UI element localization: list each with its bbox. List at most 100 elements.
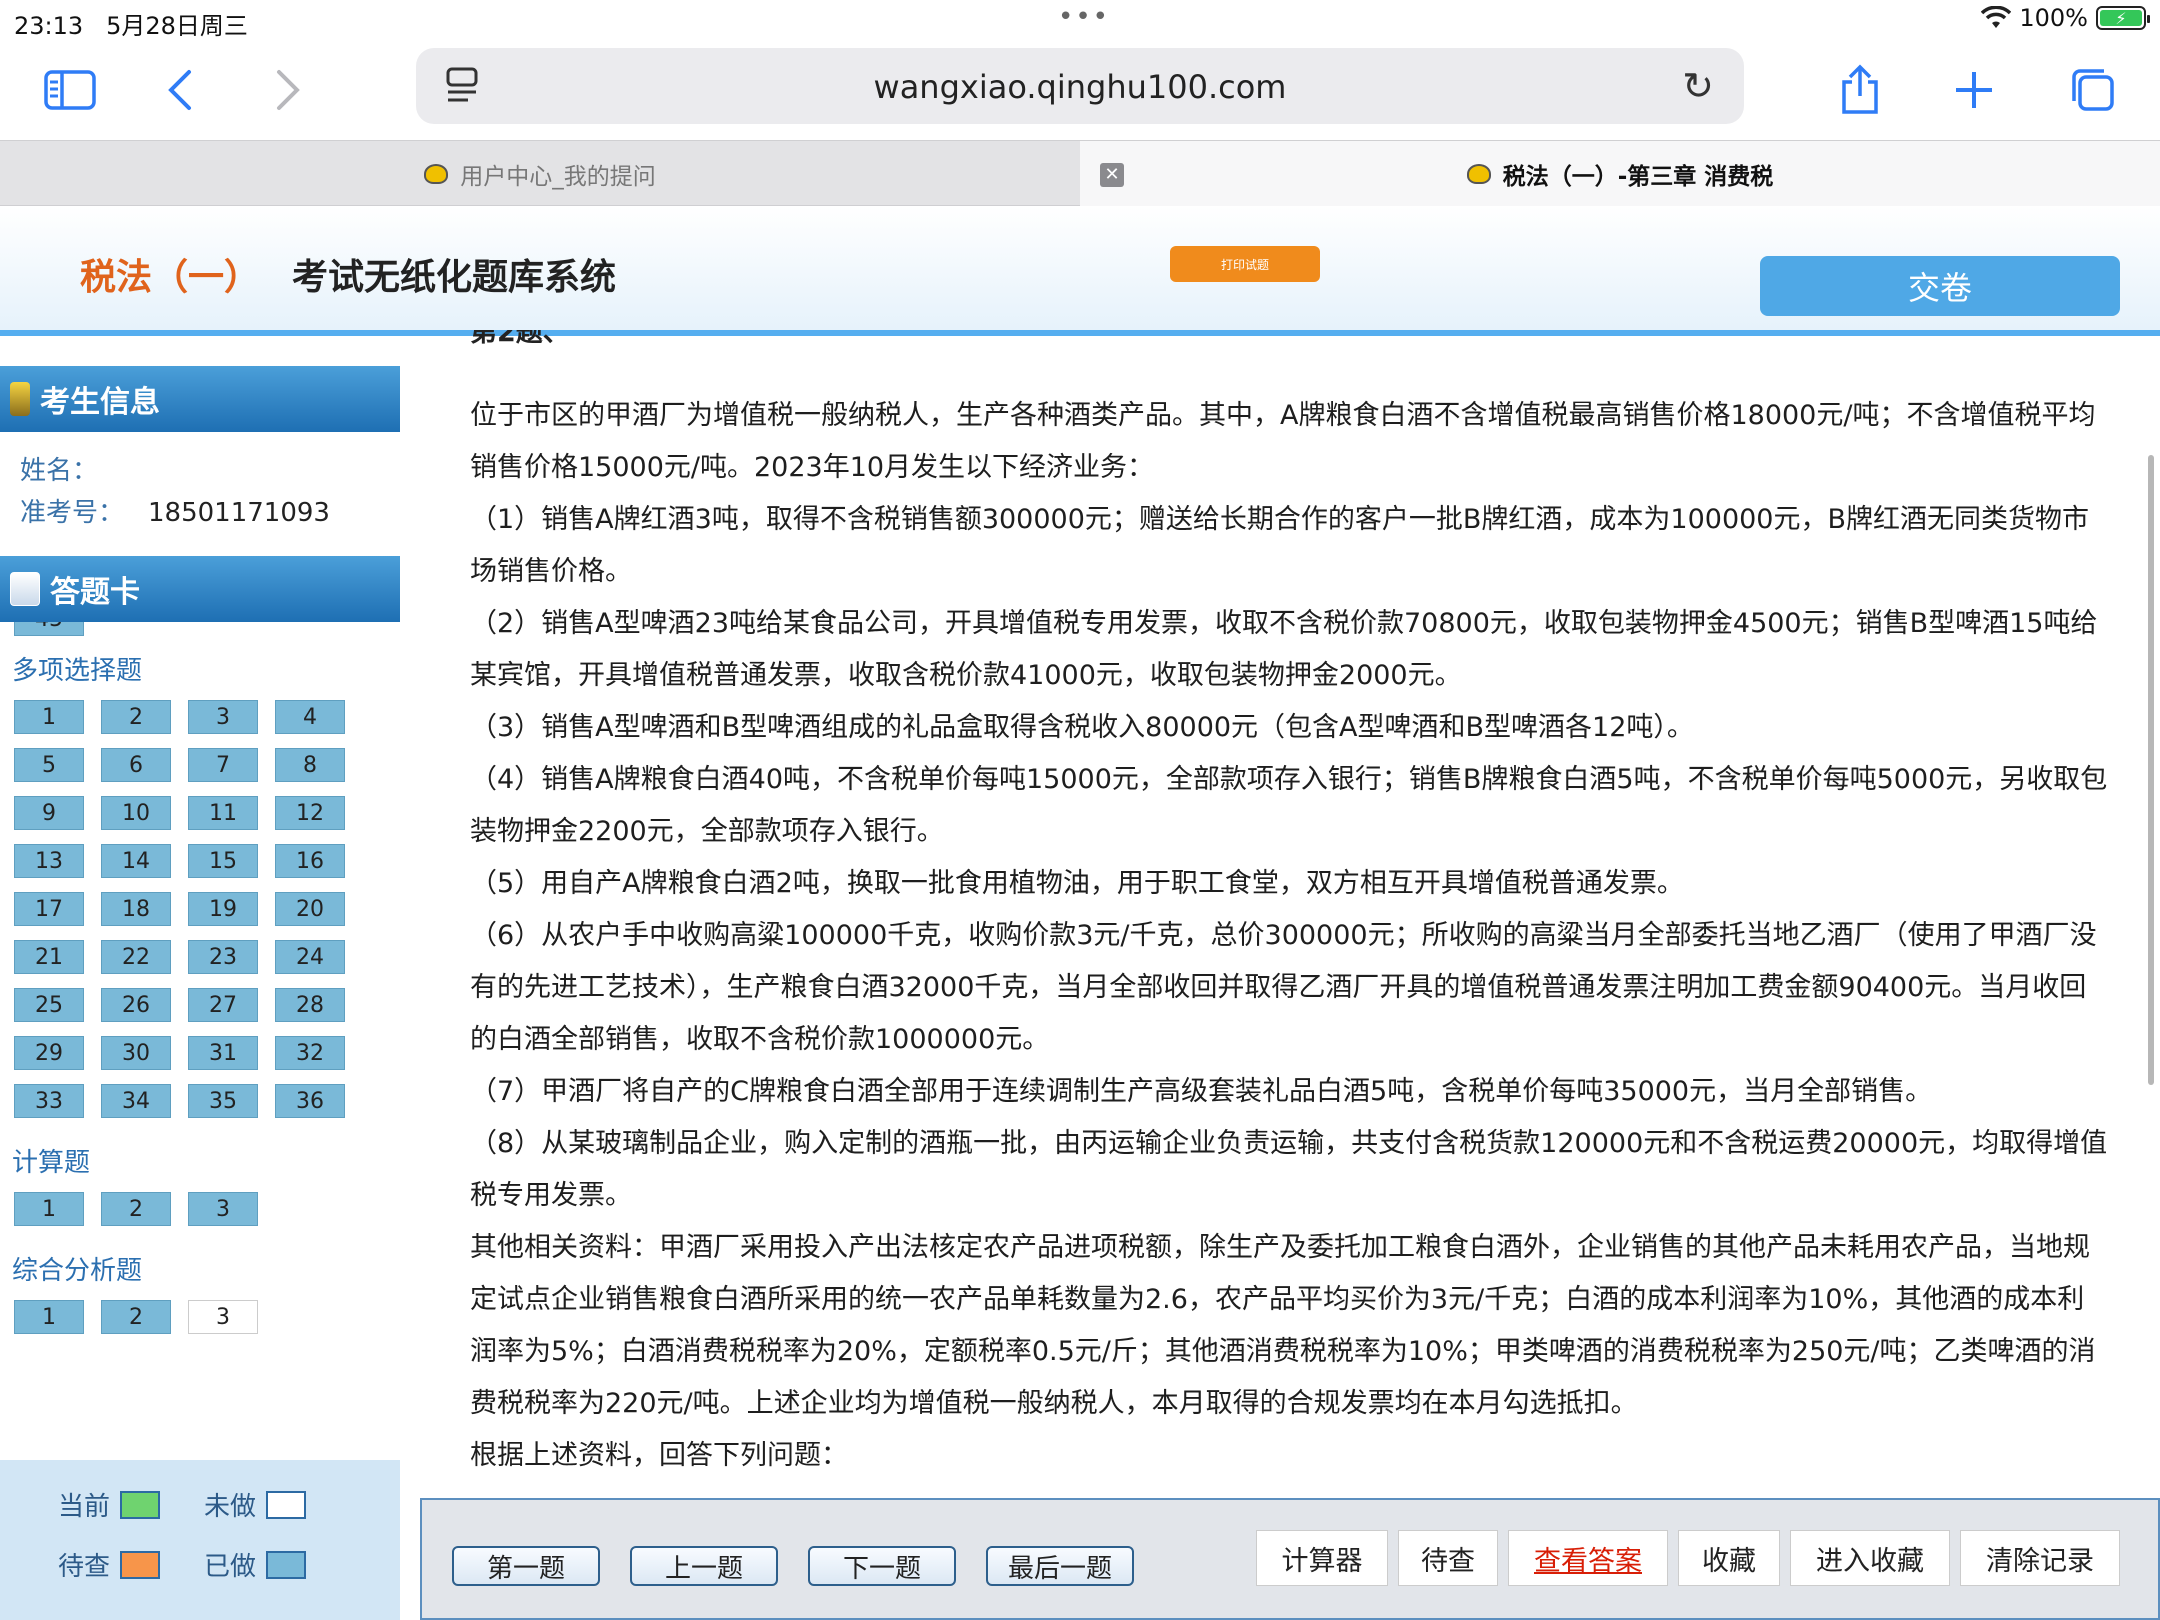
next-question-button[interactable]: 下一题 <box>808 1546 956 1586</box>
last-question-button[interactable]: 最后一题 <box>986 1546 1134 1586</box>
question-number-button[interactable]: 26 <box>101 988 171 1022</box>
tabs-overview-icon[interactable] <box>2060 58 2124 122</box>
question-number-button[interactable]: 35 <box>188 1084 258 1118</box>
question-number-button[interactable]: 23 <box>188 940 258 974</box>
section-comprehensive: 综合分析题 <box>0 1240 400 1290</box>
question-number-button[interactable]: 15 <box>188 844 258 878</box>
question-number-button[interactable]: 1 <box>14 1300 84 1334</box>
question-number-button[interactable]: 30 <box>101 1036 171 1070</box>
question-number-button[interactable]: 2 <box>101 1300 171 1334</box>
tab-bar: 用户中心_我的提问 税法（一）-第三章 消费税 ✕ <box>0 140 2160 207</box>
question-paragraph: 其他相关资料：甲酒厂采用投入产出法核定农产品进项税额，除生产及委托加工粮食白酒外… <box>470 1232 2096 1419</box>
question-paragraph: （8）从某玻璃制品企业，购入定制的酒瓶一批，由丙运输企业负责运输，共支付含税货款… <box>470 1128 2108 1211</box>
bottom-nav: 第一题 上一题 下一题 最后一题 计算器 待查 查看答案 收藏 进入收藏 清除记… <box>420 1498 2160 1620</box>
question-area: 第2题、 位于市区的甲酒厂为增值税一般纳税人，生产各种酒类产品。其中，A牌粮食白… <box>420 330 2120 1500</box>
question-number-button[interactable]: 2 <box>101 700 171 734</box>
question-number-button[interactable]: 19 <box>188 892 258 926</box>
question-number-button[interactable]: 21 <box>14 940 84 974</box>
sidebar-toggle-icon[interactable] <box>38 58 102 122</box>
sidebar: 考生信息 姓名： 准考号：18501171093 答题卡 45 多项选择题 12… <box>0 366 400 1620</box>
question-number-button[interactable]: 24 <box>275 940 345 974</box>
url-text[interactable]: wangxiao.qinghu100.com <box>416 68 1744 106</box>
question-number-button[interactable]: 20 <box>275 892 345 926</box>
close-tab-icon[interactable]: ✕ <box>1100 163 1124 187</box>
question-number-button[interactable]: 17 <box>14 892 84 926</box>
multitasking-dots-icon[interactable]: ••• <box>1058 2 1110 32</box>
question-paragraph: 根据上述资料，回答下列问题： <box>470 1440 848 1471</box>
question-number-button[interactable]: 22 <box>101 940 171 974</box>
question-number-partial[interactable]: 45 <box>14 622 84 636</box>
question-number-button[interactable]: 12 <box>275 796 345 830</box>
question-paragraph: （2）销售A型啤酒23吨给某食品公司，开具增值税专用发票，收取不含税价款7080… <box>470 608 2098 691</box>
question-number-button[interactable]: 5 <box>14 748 84 782</box>
mark-review-button[interactable]: 待查 <box>1398 1530 1498 1586</box>
print-button[interactable]: 打印试题 <box>1170 246 1320 282</box>
calculator-button[interactable]: 计算器 <box>1256 1530 1388 1586</box>
battery-percent: 100% <box>2019 4 2088 32</box>
section-calculation: 计算题 <box>0 1132 400 1182</box>
legend-current: 当前 <box>58 1486 161 1523</box>
question-number-button[interactable]: 1 <box>14 700 84 734</box>
question-number-button[interactable]: 34 <box>101 1084 171 1118</box>
question-paragraph: （4）销售A牌粮食白酒40吨，不含税单价每吨15000元，全部款项存入银行；销售… <box>470 764 2108 847</box>
question-number-button[interactable]: 32 <box>275 1036 345 1070</box>
favorite-button[interactable]: 收藏 <box>1678 1530 1780 1586</box>
tab-tax-law[interactable]: 税法（一）-第三章 消费税 <box>1080 141 2160 207</box>
prev-question-button[interactable]: 上一题 <box>630 1546 778 1586</box>
question-number-button[interactable]: 14 <box>101 844 171 878</box>
exam-id-row: 准考号： 18501171093 <box>20 498 330 528</box>
system-title: 考试无纸化题库系统 <box>292 257 617 298</box>
site-favicon-icon <box>424 164 449 184</box>
back-icon[interactable] <box>148 58 212 122</box>
candidate-info: 姓名： 准考号： 18501171093 <box>0 432 400 556</box>
reload-icon[interactable]: ↻ <box>1682 64 1714 108</box>
new-tab-icon[interactable] <box>1942 58 2006 122</box>
question-number-button[interactable]: 1 <box>14 1192 84 1226</box>
question-number-button[interactable]: 28 <box>275 988 345 1022</box>
answer-card-header: 答题卡 <box>0 556 400 622</box>
question-number-button[interactable]: 3 <box>188 1300 258 1334</box>
section-title: 多项选择题 <box>12 656 143 686</box>
status-time-date: 23:13 5月28日周三 <box>14 12 248 40</box>
question-number-button[interactable]: 3 <box>188 1192 258 1226</box>
question-number-button[interactable]: 16 <box>275 844 345 878</box>
scrollbar[interactable] <box>2148 455 2154 1085</box>
first-question-button[interactable]: 第一题 <box>452 1546 600 1586</box>
wifi-icon <box>1981 6 2012 28</box>
share-icon[interactable] <box>1828 58 1892 122</box>
question-number-button[interactable]: 31 <box>188 1036 258 1070</box>
question-number-button[interactable]: 4 <box>275 700 345 734</box>
question-number-button[interactable]: 6 <box>101 748 171 782</box>
question-number-button[interactable]: 18 <box>101 892 171 926</box>
submit-button[interactable]: 交卷 <box>1760 256 2120 316</box>
notepad-icon <box>10 572 40 606</box>
question-number-button[interactable]: 33 <box>14 1084 84 1118</box>
question-number-button[interactable]: 29 <box>14 1036 84 1070</box>
question-number-button[interactable]: 2 <box>101 1192 171 1226</box>
medal-icon <box>10 382 30 416</box>
tab-user-center[interactable]: 用户中心_我的提问 <box>0 141 1080 207</box>
section-multi-choice: 多项选择题 <box>0 640 400 690</box>
question-number-button[interactable]: 9 <box>14 796 84 830</box>
enter-favorites-button[interactable]: 进入收藏 <box>1790 1530 1950 1586</box>
question-number-button[interactable]: 25 <box>14 988 84 1022</box>
question-number-button[interactable]: 11 <box>188 796 258 830</box>
battery-icon: ⚡ <box>2096 6 2150 30</box>
legend-done: 已做 <box>204 1546 307 1583</box>
section-title: 综合分析题 <box>12 1256 143 1286</box>
question-number-button[interactable]: 13 <box>14 844 84 878</box>
question-number-button[interactable]: 7 <box>188 748 258 782</box>
view-answer-button[interactable]: 查看答案 <box>1508 1530 1668 1586</box>
address-bar[interactable]: wangxiao.qinghu100.com ↻ <box>416 48 1744 124</box>
question-number-button[interactable]: 10 <box>101 796 171 830</box>
question-number-button[interactable]: 27 <box>188 988 258 1022</box>
clear-records-button[interactable]: 清除记录 <box>1960 1530 2120 1586</box>
question-number-button[interactable]: 36 <box>275 1084 345 1118</box>
browser-toolbar: wangxiao.qinghu100.com ↻ <box>0 40 2160 140</box>
question-number-button[interactable]: 8 <box>275 748 345 782</box>
forward-icon[interactable] <box>256 58 320 122</box>
question-number-button[interactable]: 3 <box>188 700 258 734</box>
legend-undone: 未做 <box>204 1486 307 1523</box>
question-paragraph: （3）销售A型啤酒和B型啤酒组成的礼品盒取得含税收入80000元（包含A型啤酒和… <box>470 712 1694 743</box>
legend: 当前 未做 待查 已做 <box>0 1460 400 1620</box>
